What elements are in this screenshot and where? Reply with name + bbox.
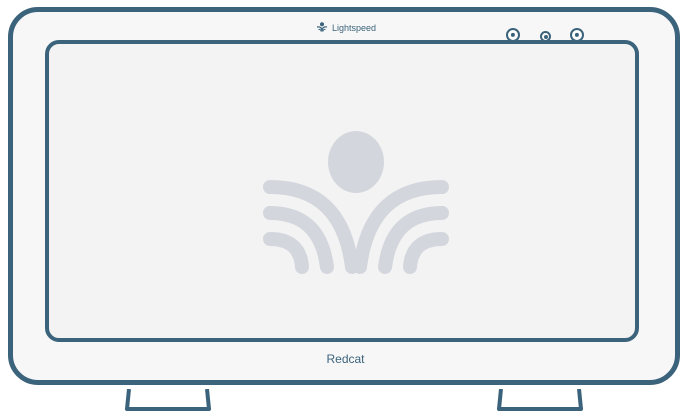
right-stand-foot <box>497 389 583 411</box>
brand-header: Lightspeed <box>316 22 376 34</box>
lightspeed-person-waves-logo <box>262 127 452 284</box>
lightspeed-logo-icon <box>316 22 328 34</box>
left-stand-foot <box>125 389 211 411</box>
product-name: Redcat <box>326 352 365 366</box>
brand-name: Lightspeed <box>332 23 377 33</box>
